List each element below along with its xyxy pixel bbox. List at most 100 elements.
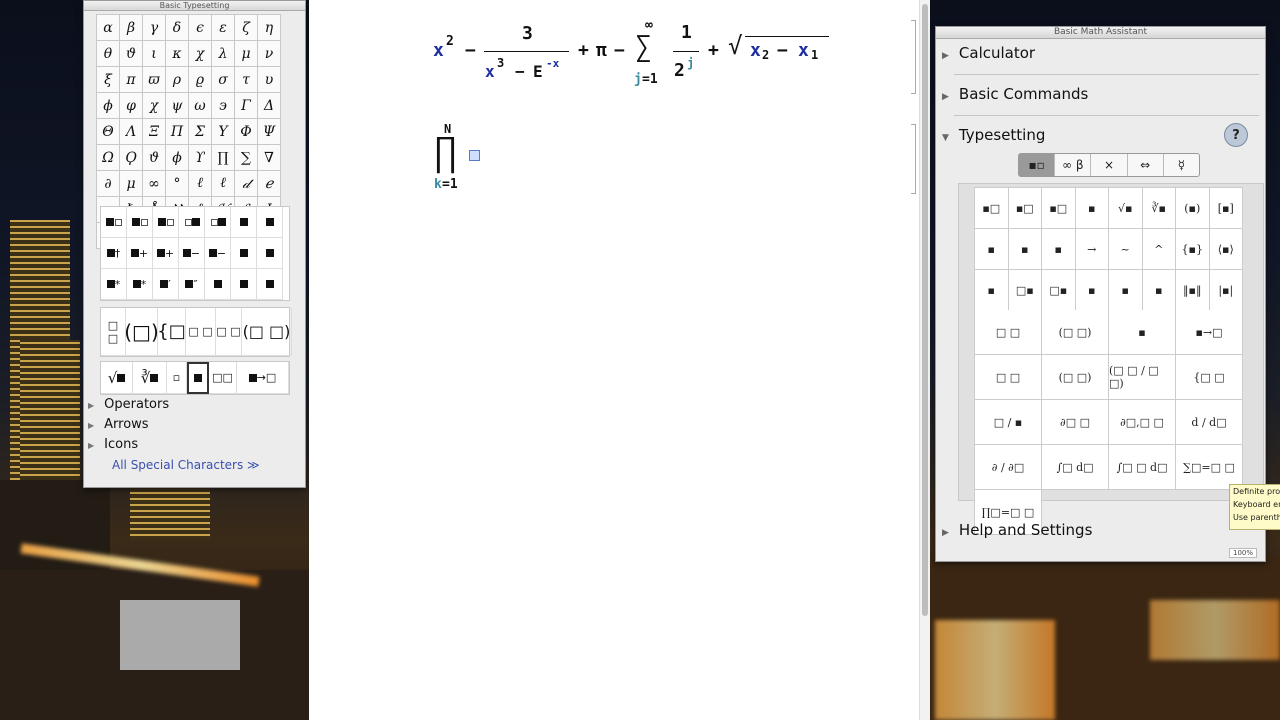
scroll-thumb[interactable] <box>922 4 928 616</box>
template-paren-column[interactable]: (□) <box>124 308 159 356</box>
special-character-button[interactable]: Ψ <box>258 119 281 145</box>
typesetting-template-button[interactable]: ▪ <box>1042 229 1076 270</box>
template-button[interactable]: ′ <box>153 269 179 300</box>
tab-misc[interactable]: ☿ <box>1164 154 1199 176</box>
typesetting-template-button[interactable]: ▪ <box>975 270 1009 311</box>
template-button[interactable] <box>205 269 231 300</box>
template-button[interactable] <box>257 207 283 238</box>
typesetting-template-button[interactable]: (□ □) <box>1042 355 1109 400</box>
special-character-button[interactable]: α <box>97 15 120 41</box>
special-character-button[interactable]: ω <box>189 93 212 119</box>
template-button[interactable]: † <box>101 238 127 269</box>
template-button[interactable]: − <box>179 238 205 269</box>
arrow-template[interactable]: →□ <box>237 362 289 394</box>
zoom-control[interactable]: 100% <box>1228 548 1257 558</box>
template-button[interactable] <box>127 207 153 238</box>
special-character-button[interactable]: κ <box>166 41 189 67</box>
special-character-button[interactable]: η <box>258 15 281 41</box>
placeholder-box[interactable] <box>469 150 480 161</box>
template-button[interactable] <box>101 207 127 238</box>
special-character-button[interactable]: ϖ <box>143 67 166 93</box>
all-special-characters-link[interactable]: All Special Characters ≫ <box>112 458 260 472</box>
special-character-button[interactable]: Ϙ <box>120 145 143 171</box>
tab-symbols[interactable]: ∞ β <box>1055 154 1092 176</box>
special-character-button[interactable]: ϑ <box>120 41 143 67</box>
typesetting-template-button[interactable]: ∂□ □ <box>1042 400 1109 445</box>
template-column[interactable]: □ □ <box>101 308 126 356</box>
special-character-button[interactable]: ξ <box>97 67 120 93</box>
notebook-scrollbar[interactable] <box>919 0 930 720</box>
special-character-button[interactable]: ε <box>212 15 235 41</box>
typesetting-template-button[interactable]: ▪□ <box>1042 188 1076 229</box>
special-character-button[interactable]: ν <box>258 41 281 67</box>
special-character-button[interactable]: ∞ <box>143 171 166 197</box>
typesetting-template-button[interactable]: ^ <box>1142 229 1176 270</box>
special-character-button[interactable]: ϒ <box>189 145 212 171</box>
template-button[interactable] <box>153 207 179 238</box>
special-character-button[interactable]: ∇ <box>258 145 281 171</box>
special-character-button[interactable]: γ <box>143 15 166 41</box>
template-button[interactable]: * <box>127 269 153 300</box>
fraction-template[interactable]: ▫ <box>167 362 187 394</box>
special-character-button[interactable]: ϑ <box>143 145 166 171</box>
underbar-template[interactable]: □□ <box>209 362 237 394</box>
template-brace[interactable]: {□ <box>157 308 186 356</box>
special-character-button[interactable]: δ <box>166 15 189 41</box>
template-button[interactable] <box>231 207 257 238</box>
special-character-button[interactable]: ∏ <box>212 145 235 171</box>
sqrt-template[interactable]: √ <box>101 362 133 394</box>
section-calculator[interactable]: ▶ Calculator <box>942 44 1258 62</box>
special-character-button[interactable]: θ <box>97 41 120 67</box>
typesetting-template-button[interactable]: □ □ <box>975 355 1042 400</box>
special-character-button[interactable]: ϱ <box>189 67 212 93</box>
special-character-button[interactable]: ∑ <box>235 145 258 171</box>
special-character-button[interactable]: ℯ <box>258 171 281 197</box>
special-character-button[interactable]: Λ <box>120 119 143 145</box>
template-button[interactable] <box>257 238 283 269</box>
special-character-button[interactable]: ψ <box>166 93 189 119</box>
special-character-button[interactable]: λ <box>212 41 235 67</box>
special-character-button[interactable]: β <box>120 15 143 41</box>
typesetting-template-button[interactable]: □ □ <box>975 310 1042 355</box>
special-character-button[interactable]: χ <box>143 93 166 119</box>
typesetting-template-button[interactable]: ∛▪ <box>1142 188 1176 229</box>
typesetting-template-button[interactable]: ▪ <box>1075 188 1109 229</box>
typesetting-template-button[interactable]: (□ □ / □ □) <box>1109 355 1176 400</box>
special-character-button[interactable]: ρ <box>166 67 189 93</box>
template-button[interactable] <box>179 207 205 238</box>
typesetting-template-button[interactable]: ∫□ d□ <box>1042 445 1109 490</box>
special-character-button[interactable]: Δ <box>258 93 281 119</box>
tab-templates[interactable]: ▪▫ <box>1019 154 1056 176</box>
special-character-button[interactable]: ° <box>166 171 189 197</box>
typesetting-template-button[interactable]: d / d□ <box>1176 400 1243 445</box>
template-button[interactable]: + <box>127 238 153 269</box>
section-basic-commands[interactable]: ▶ Basic Commands <box>942 85 1258 103</box>
special-character-button[interactable]: τ <box>235 67 258 93</box>
special-character-button[interactable]: ζ <box>235 15 258 41</box>
typesetting-template-button[interactable]: ▪ <box>1142 270 1176 311</box>
special-character-button[interactable]: ℓ <box>189 171 212 197</box>
special-character-button[interactable]: μ <box>120 171 143 197</box>
special-character-button[interactable]: ι <box>143 41 166 67</box>
help-icon[interactable]: ? <box>1224 123 1248 147</box>
tab-arrows[interactable]: ⇔ <box>1128 154 1164 176</box>
special-character-button[interactable]: ϕ <box>97 93 120 119</box>
typesetting-template-button[interactable]: □▪ <box>1042 270 1076 311</box>
typesetting-template-button[interactable]: ~ <box>1109 229 1143 270</box>
template-button[interactable]: − <box>205 238 231 269</box>
typesetting-template-button[interactable]: ▪ <box>1109 310 1176 355</box>
typesetting-template-button[interactable]: ∂□,□ □ <box>1109 400 1176 445</box>
cell-bracket[interactable] <box>911 124 916 194</box>
template-matrix[interactable]: □ □ <box>186 308 216 356</box>
typesetting-template-button[interactable]: → <box>1075 229 1109 270</box>
template-button[interactable] <box>231 269 257 300</box>
typesetting-template-button[interactable]: √▪ <box>1109 188 1143 229</box>
typesetting-template-button[interactable]: ▪□ <box>1008 188 1042 229</box>
section-arrows[interactable]: ▶ Arrows <box>88 417 149 432</box>
special-character-button[interactable]: Ω <box>97 145 120 171</box>
special-character-button[interactable]: σ <box>212 67 235 93</box>
typesetting-template-button[interactable]: ▪ <box>1008 229 1042 270</box>
tab-operators[interactable]: × <box>1091 154 1128 176</box>
notebook-window[interactable]: x 2 − 3 x 3 − E -x + π − ∞ ∑ j =1 1 2 j … <box>309 0 930 720</box>
special-character-button[interactable]: Ξ <box>143 119 166 145</box>
